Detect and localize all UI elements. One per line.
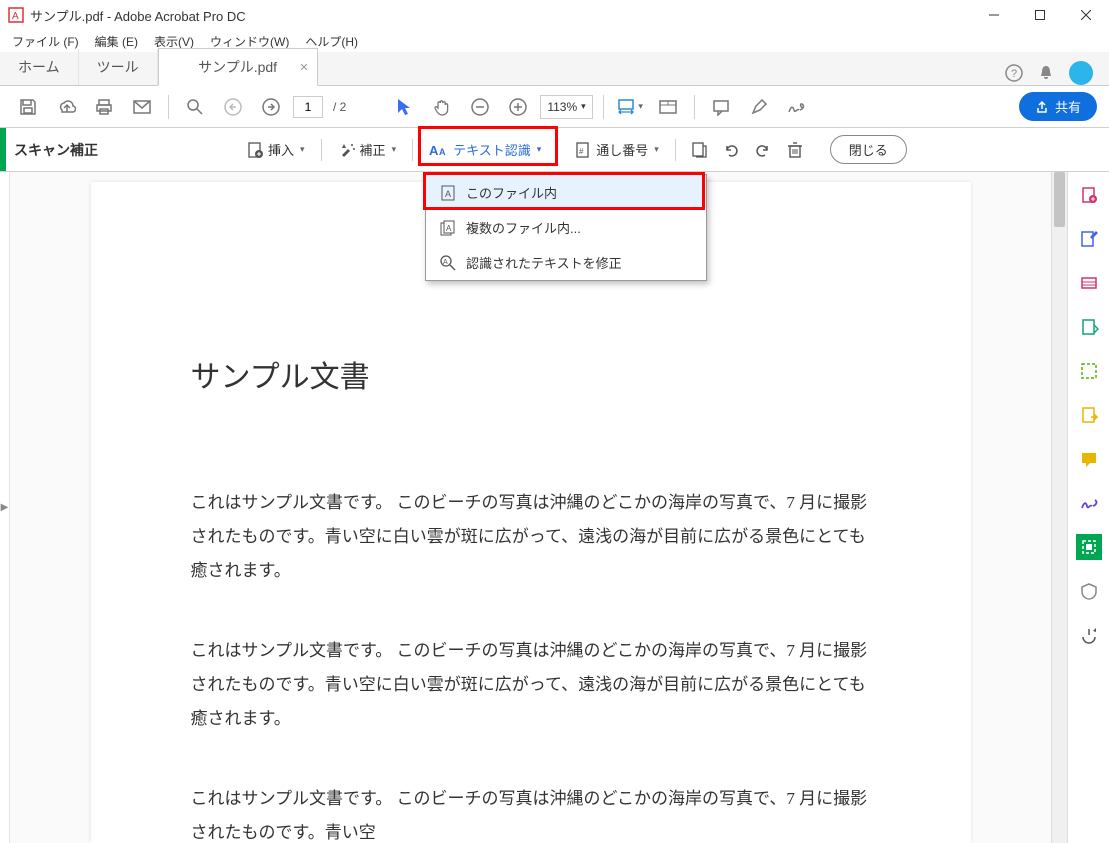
- zoom-select[interactable]: 113% ▾: [540, 95, 592, 119]
- magnify-a-icon: A: [440, 255, 456, 271]
- dropdown-item-correct-text[interactable]: A 認識されたテキストを修正: [426, 245, 706, 280]
- svg-text:?: ?: [1011, 68, 1017, 80]
- enhance-button[interactable]: 補正▾: [330, 136, 405, 163]
- maximize-button[interactable]: [1017, 0, 1063, 30]
- tool-send-icon[interactable]: [1076, 402, 1102, 428]
- vertical-scrollbar[interactable]: [1051, 172, 1067, 843]
- close-tool-button[interactable]: 閉じる: [830, 135, 907, 164]
- document-paragraph-2: これはサンプル文書です。 このビーチの写真は沖縄のどこかの海岸の写真で、7 月に…: [191, 634, 871, 736]
- document-heading: サンプル文書: [191, 352, 871, 396]
- tool-section-label: スキャン補正: [14, 140, 98, 160]
- right-tools-panel: [1067, 172, 1109, 843]
- highlight-icon[interactable]: [743, 91, 775, 123]
- hand-tool-icon[interactable]: [426, 91, 458, 123]
- svg-text:#: #: [579, 147, 584, 156]
- insert-label: 挿入: [268, 140, 294, 159]
- dropdown-item-multiple-files-label: 複数のファイル内...: [466, 218, 581, 237]
- cloud-icon[interactable]: [50, 91, 82, 123]
- crop-icon[interactable]: [684, 135, 714, 165]
- svg-text:A: A: [445, 189, 451, 199]
- tool-create-pdf-icon[interactable]: [1076, 182, 1102, 208]
- document-paragraph-3: これはサンプル文書です。 このビーチの写真は沖縄のどこかの海岸の写真で、7 月に…: [191, 782, 871, 843]
- document-page: サンプル文書 これはサンプル文書です。 このビーチの写真は沖縄のどこかの海岸の写…: [91, 182, 971, 843]
- document-paragraph-1: これはサンプル文書です。 このビーチの写真は沖縄のどこかの海岸の写真で、7 月に…: [191, 486, 871, 588]
- print-icon[interactable]: [88, 91, 120, 123]
- rotate-left-icon[interactable]: [716, 135, 746, 165]
- selection-tool-icon[interactable]: [388, 91, 420, 123]
- svg-text:A: A: [12, 11, 19, 22]
- title-bar: A サンプル.pdf - Adobe Acrobat Pro DC: [0, 0, 1109, 30]
- tabs-bar: ホーム ツール サンプル.pdf ✕ ?: [0, 52, 1109, 86]
- tab-home[interactable]: ホーム: [0, 49, 79, 85]
- share-label: 共有: [1055, 97, 1081, 116]
- main-toolbar: / 2 113% ▾ ▾ 共有: [0, 86, 1109, 128]
- svg-text:A: A: [446, 224, 452, 233]
- prev-page-icon[interactable]: [217, 91, 249, 123]
- dropdown-item-multiple-files[interactable]: A 複数のファイル内...: [426, 210, 706, 245]
- enhance-label: 補正: [360, 140, 386, 159]
- page-total: / 2: [333, 100, 346, 114]
- window-controls: [971, 0, 1109, 30]
- zoom-value: 113%: [547, 100, 577, 114]
- page-number-input[interactable]: [293, 96, 323, 118]
- rotate-right-icon[interactable]: [748, 135, 778, 165]
- tab-tools[interactable]: ツール: [79, 49, 158, 85]
- svg-text:A: A: [443, 259, 448, 266]
- ocr-dropdown: A このファイル内 A 複数のファイル内... A 認識されたテキストを修正: [425, 174, 707, 281]
- fit-width-icon[interactable]: ▾: [614, 91, 646, 123]
- insert-button[interactable]: 挿入▾: [238, 136, 313, 163]
- app-icon: A: [8, 7, 24, 23]
- sign-icon[interactable]: [781, 91, 813, 123]
- delete-icon[interactable]: [780, 135, 810, 165]
- page-a-icon: A: [440, 185, 456, 201]
- tab-document-label: サンプル.pdf: [198, 57, 277, 77]
- dropdown-item-correct-text-label: 認識されたテキストを修正: [466, 253, 622, 272]
- tool-accent-strip: [0, 128, 6, 171]
- page-display-icon[interactable]: [652, 91, 684, 123]
- close-tool-label: 閉じる: [849, 143, 888, 158]
- bates-button[interactable]: # 通し番号▾: [566, 136, 667, 163]
- dropdown-item-this-file[interactable]: A このファイル内: [426, 175, 706, 210]
- tool-organize-icon[interactable]: [1076, 314, 1102, 340]
- tool-comment-icon[interactable]: [1076, 446, 1102, 472]
- comment-icon[interactable]: [705, 91, 737, 123]
- tool-protect-icon[interactable]: [1076, 578, 1102, 604]
- tool-fill-sign-icon[interactable]: [1076, 490, 1102, 516]
- zoom-out-icon[interactable]: [464, 91, 496, 123]
- bates-label: 通し番号: [596, 140, 648, 159]
- tab-document[interactable]: サンプル.pdf ✕: [158, 48, 318, 86]
- dropdown-item-this-file-label: このファイル内: [466, 183, 557, 202]
- zoom-in-icon[interactable]: [502, 91, 534, 123]
- minimize-button[interactable]: [971, 0, 1017, 30]
- scrollbar-thumb[interactable]: [1054, 172, 1065, 227]
- user-avatar[interactable]: [1069, 61, 1093, 85]
- tool-scan-icon[interactable]: [1076, 534, 1102, 560]
- tool-more-icon[interactable]: [1076, 622, 1102, 648]
- tool-enhance-icon[interactable]: [1076, 358, 1102, 384]
- share-button[interactable]: 共有: [1019, 92, 1097, 121]
- tab-close-icon[interactable]: ✕: [299, 61, 308, 74]
- chevron-down-icon: ▾: [581, 101, 586, 112]
- help-icon[interactable]: ?: [1005, 64, 1023, 82]
- window-title: サンプル.pdf - Adobe Acrobat Pro DC: [30, 6, 971, 25]
- tool-edit-pdf-icon[interactable]: [1076, 226, 1102, 252]
- scan-toolbar: スキャン補正 挿入▾ 補正▾ AA テキスト認識▾ # 通し番号▾ 閉じる: [0, 128, 1109, 172]
- save-icon[interactable]: [12, 91, 44, 123]
- mail-icon[interactable]: [126, 91, 158, 123]
- highlight-box-ocr: [418, 126, 558, 166]
- notifications-icon[interactable]: [1037, 64, 1055, 82]
- search-icon[interactable]: [179, 91, 211, 123]
- pages-a-icon: A: [440, 220, 456, 236]
- left-panel-handle[interactable]: ▶: [0, 172, 10, 843]
- tool-export-pdf-icon[interactable]: [1076, 270, 1102, 296]
- next-page-icon[interactable]: [255, 91, 287, 123]
- close-window-button[interactable]: [1063, 0, 1109, 30]
